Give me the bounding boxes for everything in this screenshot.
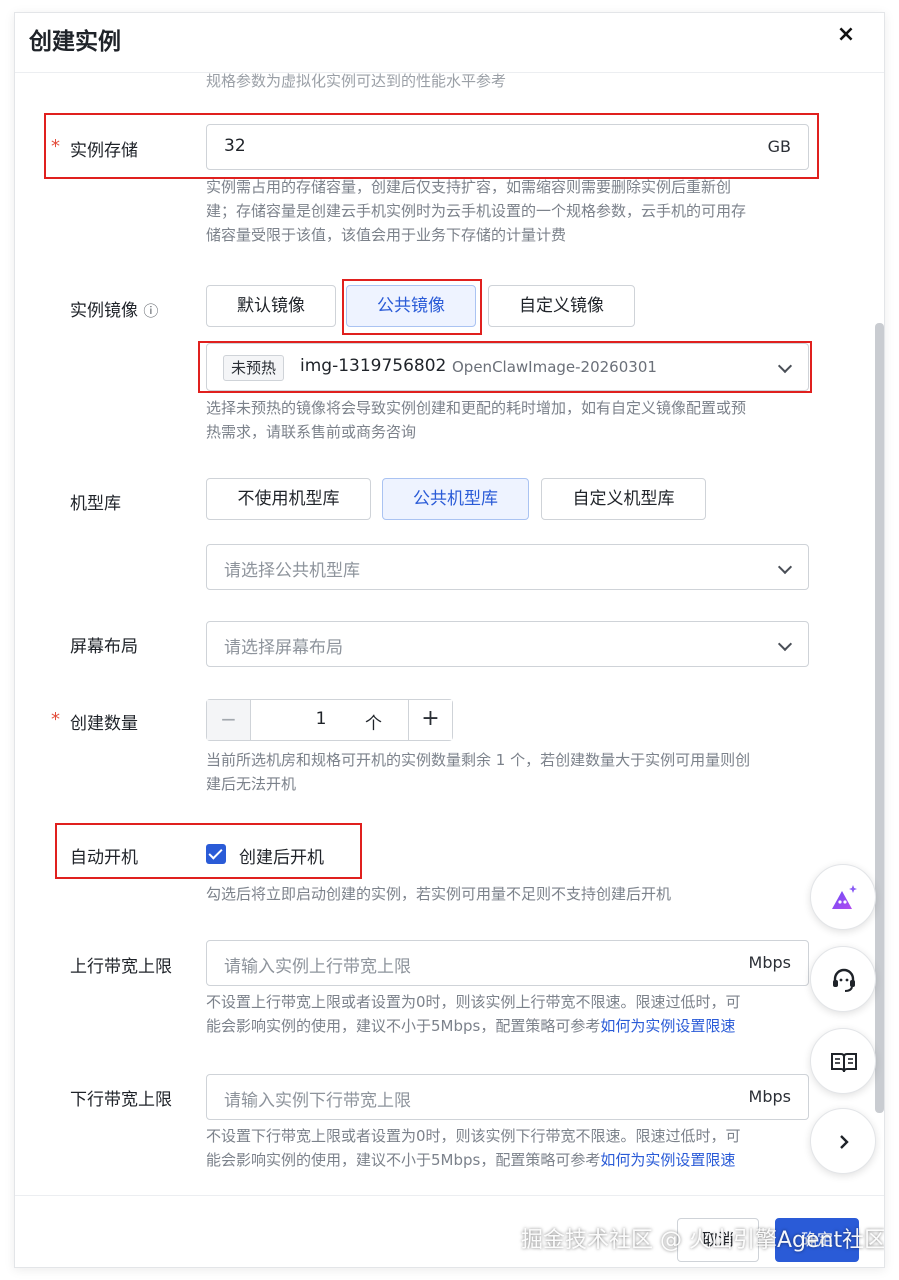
count-help-line: 建后无法开机 xyxy=(206,775,297,793)
storage-value: 32 xyxy=(224,136,246,156)
screen-layout-label: 屏幕布局 xyxy=(70,637,138,657)
book-icon xyxy=(831,1053,857,1073)
rate-limit-help-link[interactable]: 如何为实例设置限速 xyxy=(600,1017,735,1035)
download-bw-input[interactable]: 请输入实例下行带宽上限 Mbps xyxy=(206,1074,809,1120)
ai-sparkle-icon xyxy=(832,885,857,909)
count-stepper: − 1 个 + xyxy=(206,699,453,741)
rate-limit-help-link[interactable]: 如何为实例设置限速 xyxy=(600,1151,735,1169)
image-option-default[interactable]: 默认镜像 xyxy=(206,285,336,327)
chevron-down-icon xyxy=(777,358,793,374)
upload-bw-input[interactable]: 请输入实例上行带宽上限 Mbps xyxy=(206,940,809,986)
docs-button[interactable] xyxy=(810,1028,876,1094)
upload-bw-placeholder: 请输入实例上行带宽上限 xyxy=(224,957,411,977)
decrement-button[interactable]: − xyxy=(207,700,251,740)
required-mark: * xyxy=(51,136,60,157)
upload-bw-help: 不设置上行带宽上限或者设置为0时，则该实例上行带宽不限速。限速过低时，可 能会影… xyxy=(206,990,741,1038)
chevron-down-icon xyxy=(777,636,793,652)
model-lib-option-none[interactable]: 不使用机型库 xyxy=(206,478,371,520)
expand-panel-button[interactable] xyxy=(810,1108,876,1174)
image-name: OpenClawImage-20260301 xyxy=(452,358,657,376)
download-bw-unit: Mbps xyxy=(748,1087,791,1106)
not-prewarmed-tag: 未预热 xyxy=(223,355,285,381)
image-label-text: 实例镜像 xyxy=(70,301,138,321)
dialog-title: 创建实例 xyxy=(29,29,121,55)
storage-unit: GB xyxy=(767,137,791,156)
model-lib-option-custom[interactable]: 自定义机型库 xyxy=(541,478,706,520)
chevron-down-icon xyxy=(777,559,793,575)
storage-help: 实例需占用的存储容量，创建后仅支持扩容，如需缩容则需要删除实例后重新创 建；存储… xyxy=(206,175,746,247)
count-label: 创建数量 xyxy=(70,714,138,734)
close-icon[interactable]: × xyxy=(834,23,858,47)
image-select[interactable]: 未预热 img-1319756802 OpenClawImage-2026030… xyxy=(206,343,809,391)
storage-help-line: 实例需占用的存储容量，创建后仅支持扩容，如需缩容则需要删除实例后重新创 xyxy=(206,178,732,196)
scrollbar-thumb[interactable] xyxy=(875,323,884,1113)
auto-start-help: 勾选后将立即启动创建的实例，若实例可用量不足则不支持创建后开机 xyxy=(206,885,672,903)
auto-start-label: 自动开机 xyxy=(70,848,138,868)
image-help: 选择未预热的镜像将会导致实例创建和更配的耗时增加，如有自定义镜像配置或预 热需求… xyxy=(206,396,746,444)
help-text: 能会影响实例的使用，建议不小于5Mbps，配置策略可参考 xyxy=(206,1151,601,1169)
image-option-public[interactable]: 公共镜像 xyxy=(346,285,476,327)
count-unit: 个 xyxy=(365,714,382,734)
help-text: 能会影响实例的使用，建议不小于5Mbps，配置策略可参考 xyxy=(206,1017,601,1035)
model-lib-select[interactable]: 请选择公共机型库 xyxy=(206,544,809,590)
watermark: 掘金技术社区 @ 火山引擎Agent社区 xyxy=(521,1228,885,1253)
model-lib-option-public[interactable]: 公共机型库 xyxy=(382,478,529,520)
chevron-right-icon xyxy=(840,1135,849,1149)
storage-input[interactable]: 32 GB xyxy=(206,124,809,170)
headset-icon xyxy=(833,968,855,992)
required-mark: * xyxy=(51,709,60,730)
auto-start-checkbox-label[interactable]: 创建后开机 xyxy=(239,843,324,868)
ai-assistant-button[interactable] xyxy=(810,864,876,930)
image-option-custom[interactable]: 自定义镜像 xyxy=(488,285,635,327)
image-label: 实例镜像 ⓘ xyxy=(70,296,158,321)
count-help-line: 当前所选机房和规格可开机的实例数量剩余 1 个，若创建数量大于实例可用量则创 xyxy=(206,751,751,769)
download-bw-label: 下行带宽上限 xyxy=(70,1090,172,1110)
count-help: 当前所选机房和规格可开机的实例数量剩余 1 个，若创建数量大于实例可用量则创 建… xyxy=(206,748,750,796)
create-instance-dialog: 创建实例 × 规格参数为虚拟化实例可达到的性能水平参考 * 实例存储 32 GB… xyxy=(14,12,885,1268)
info-icon[interactable]: ⓘ xyxy=(143,302,158,320)
storage-label: 实例存储 xyxy=(70,141,138,161)
dialog-header: 创建实例 × xyxy=(15,13,884,73)
storage-help-line: 建；存储容量是创建云手机实例时为云手机设置的一个规格参数，云手机的可用存 xyxy=(206,202,747,220)
download-bw-help-line: 不设置下行带宽上限或者设置为0时，则该实例下行带宽不限速。限速过低时，可 xyxy=(206,1127,741,1145)
download-bw-help-line: 能会影响实例的使用，建议不小于5Mbps，配置策略可参考如何为实例设置限速 xyxy=(206,1148,741,1172)
support-button[interactable] xyxy=(810,946,876,1012)
auto-start-checkbox[interactable] xyxy=(206,844,226,864)
storage-help-line: 储容量受限于该值，该值会用于业务下存储的计量计费 xyxy=(206,226,567,244)
model-lib-placeholder: 请选择公共机型库 xyxy=(224,561,360,581)
upload-bw-help-line: 不设置上行带宽上限或者设置为0时，则该实例上行带宽不限速。限速过低时，可 xyxy=(206,993,741,1011)
model-lib-label: 机型库 xyxy=(70,494,121,514)
upload-bw-label: 上行带宽上限 xyxy=(70,957,172,977)
image-help-line: 选择未预热的镜像将会导致实例创建和更配的耗时增加，如有自定义镜像配置或预 xyxy=(206,399,747,417)
image-help-line: 热需求，请联系售前或商务咨询 xyxy=(206,423,417,441)
download-bw-placeholder: 请输入实例下行带宽上限 xyxy=(224,1091,411,1111)
increment-button[interactable]: + xyxy=(408,700,452,740)
upload-bw-help-line: 能会影响实例的使用，建议不小于5Mbps，配置策略可参考如何为实例设置限速 xyxy=(206,1014,741,1038)
image-id: img-1319756802 xyxy=(300,356,447,376)
screen-layout-placeholder: 请选择屏幕布局 xyxy=(224,638,343,658)
screen-layout-select[interactable]: 请选择屏幕布局 xyxy=(206,621,809,667)
dialog-footer: 取消 确定 掘金技术社区 @ 火山引擎Agent社区 xyxy=(15,1195,885,1267)
download-bw-help: 不设置下行带宽上限或者设置为0时，则该实例下行带宽不限速。限速过低时，可 能会影… xyxy=(206,1124,741,1172)
upload-bw-unit: Mbps xyxy=(748,953,791,972)
